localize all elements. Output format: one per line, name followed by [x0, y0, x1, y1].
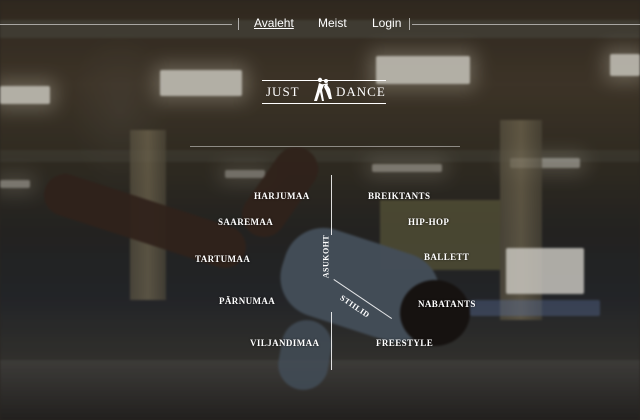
style-breiktants[interactable]: BREIKTANTS	[368, 191, 430, 201]
background-photo	[0, 0, 640, 420]
style-nabatants[interactable]: NABATANTS	[418, 299, 476, 309]
style-ballett[interactable]: BALLETT	[424, 252, 469, 262]
nav-divider	[238, 18, 239, 30]
location-harjumaa[interactable]: HARJUMAA	[254, 191, 310, 201]
nav-link-login[interactable]: Login	[372, 16, 401, 30]
location-parnumaa[interactable]: PÄRNUMAA	[219, 296, 275, 306]
logo-text-right: DANCE	[336, 84, 386, 99]
logo-text-left: JUST	[266, 84, 300, 99]
location-saaremaa[interactable]: SAAREMAA	[218, 217, 273, 227]
nav-link-meist[interactable]: Meist	[318, 16, 347, 30]
style-hip-hop[interactable]: HIP-HOP	[408, 217, 449, 227]
location-axis-line-lower	[331, 312, 332, 370]
logo-line-bottom	[262, 103, 386, 104]
nav-link-avaleht[interactable]: Avaleht	[254, 16, 294, 30]
top-divider-right	[412, 24, 640, 25]
location-axis-label: ASUKOHT	[321, 234, 331, 279]
location-tartumaa[interactable]: TARTUMAA	[195, 254, 250, 264]
location-viljandimaa[interactable]: VILJANDIMAA	[250, 338, 319, 348]
overlay-shade	[0, 0, 640, 420]
header-divider	[190, 146, 460, 147]
nav-divider	[409, 18, 410, 30]
style-freestyle[interactable]: FREESTYLE	[376, 338, 433, 348]
location-axis-line	[331, 175, 332, 235]
top-divider-left	[0, 24, 232, 25]
logo[interactable]: JUST DANCE	[262, 77, 386, 104]
dancing-couple-icon	[314, 77, 332, 101]
